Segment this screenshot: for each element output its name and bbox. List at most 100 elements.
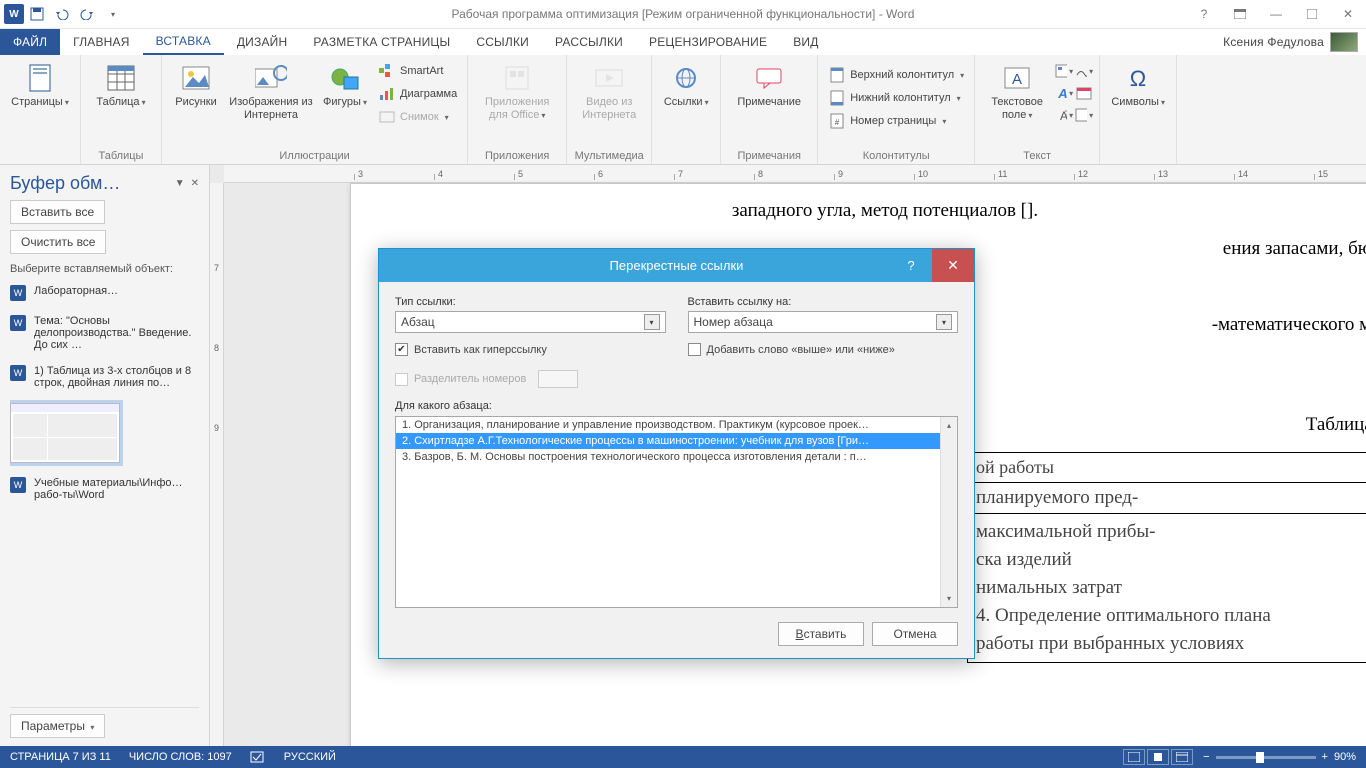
language-status[interactable]: РУССКИЙ bbox=[284, 751, 336, 763]
tab-mailings[interactable]: РАССЫЛКИ bbox=[542, 29, 636, 55]
tab-home[interactable]: ГЛАВНАЯ bbox=[60, 29, 142, 55]
clipboard-item[interactable]: W1) Таблица из 3-х столбцов и 8 строк, д… bbox=[10, 365, 199, 389]
hyperlink-checkbox[interactable]: ✔Вставить как гиперссылку bbox=[395, 339, 666, 360]
tab-file[interactable]: ФАЙЛ bbox=[0, 29, 60, 55]
window-controls: ? — ✕ bbox=[1186, 2, 1366, 26]
dialog-titlebar[interactable]: Перекрестные ссылки ? ✕ bbox=[379, 249, 974, 282]
shapes-button[interactable]: Фигуры▾ bbox=[318, 58, 372, 113]
clipboard-list: WЛабораторная… WТема: "Основы делопроизв… bbox=[10, 285, 199, 701]
read-mode-icon[interactable] bbox=[1123, 749, 1145, 765]
smartart-icon bbox=[378, 62, 396, 80]
minimize-icon[interactable]: — bbox=[1258, 2, 1294, 26]
zoom-slider[interactable] bbox=[1216, 756, 1316, 759]
dropcap-icon[interactable]: A▾ bbox=[1055, 106, 1073, 124]
clipboard-item[interactable]: WТема: "Основы делопроизводства." Введен… bbox=[10, 315, 199, 351]
clipboard-description: Выберите вставляемый объект: bbox=[10, 263, 199, 275]
datetime-icon[interactable] bbox=[1075, 84, 1093, 102]
maximize-icon[interactable] bbox=[1294, 2, 1330, 26]
page-status[interactable]: СТРАНИЦА 7 ИЗ 11 bbox=[10, 751, 111, 763]
insert-button[interactable]: Вставить bbox=[778, 622, 864, 646]
tab-insert[interactable]: ВСТАВКА bbox=[143, 29, 224, 55]
group-comments: Примечание Примечания bbox=[721, 55, 818, 164]
svg-text:A: A bbox=[1057, 86, 1067, 100]
svg-text:#: # bbox=[835, 118, 840, 127]
clipboard-item[interactable]: WУчебные материалы\Инфо… рабо-ты\Word bbox=[10, 477, 199, 501]
dialog-body: Тип ссылки: Абзац▾ Вставить ссылку на: Н… bbox=[379, 282, 974, 658]
clipboard-item[interactable]: WЛабораторная… bbox=[10, 285, 199, 301]
textbox-button[interactable]: A Текстовое поле▾ bbox=[981, 58, 1053, 126]
group-header-footer: Верхний колонтитул▾ Нижний колонтитул▾ #… bbox=[818, 55, 975, 164]
page-number-button[interactable]: #Номер страницы▾ bbox=[824, 110, 968, 132]
tab-review[interactable]: РЕЦЕНЗИРОВАНИЕ bbox=[636, 29, 780, 55]
reference-type-combo[interactable]: Абзац▾ bbox=[395, 311, 666, 333]
zoom-level[interactable]: 90% bbox=[1334, 751, 1356, 763]
above-below-checkbox[interactable]: Добавить слово «выше» или «ниже» bbox=[688, 339, 959, 360]
paste-all-button[interactable]: Вставить все bbox=[10, 200, 105, 224]
list-item[interactable]: 3. Базров, Б. М. Основы построения техно… bbox=[396, 449, 940, 465]
dialog-help-icon[interactable]: ? bbox=[890, 249, 932, 282]
pane-menu-icon[interactable]: ▼ bbox=[175, 178, 185, 189]
close-icon[interactable]: ✕ bbox=[1330, 2, 1366, 26]
dialog-close-icon[interactable]: ✕ bbox=[932, 249, 974, 282]
comment-icon bbox=[753, 62, 785, 94]
pages-button[interactable]: Страницы▾ bbox=[6, 58, 74, 113]
clear-all-button[interactable]: Очистить все bbox=[10, 230, 106, 254]
page-number-icon: # bbox=[828, 112, 846, 130]
pictures-icon bbox=[180, 62, 212, 94]
chart-button[interactable]: Диаграмма bbox=[374, 83, 461, 105]
list-item[interactable]: 1. Организация, планирование и управлени… bbox=[396, 417, 940, 433]
online-pictures-button[interactable]: Изображения из Интернета bbox=[226, 58, 316, 126]
quick-parts-icon[interactable]: ▾ bbox=[1055, 62, 1073, 80]
pane-close-icon[interactable]: ✕ bbox=[191, 178, 199, 189]
online-video-button[interactable]: Видео из Интернета bbox=[573, 58, 645, 126]
zoom-control[interactable]: − + 90% bbox=[1203, 751, 1356, 763]
word-count[interactable]: ЧИСЛО СЛОВ: 1097 bbox=[129, 751, 232, 763]
horizontal-ruler[interactable]: 34567891011121314151617 bbox=[224, 165, 1366, 183]
user-account[interactable]: Ксения Федулова bbox=[1215, 29, 1366, 55]
list-item-selected[interactable]: 2. Схиртладзе А.Г.Технологические процес… bbox=[396, 433, 940, 449]
tab-view[interactable]: ВИД bbox=[780, 29, 831, 55]
scroll-up-icon[interactable]: ▴ bbox=[941, 417, 957, 434]
tab-layout[interactable]: РАЗМЕТКА СТРАНИЦЫ bbox=[300, 29, 463, 55]
footer-button[interactable]: Нижний колонтитул▾ bbox=[824, 87, 968, 109]
paragraph-list[interactable]: 1. Организация, планирование и управлени… bbox=[395, 416, 958, 608]
smartart-button[interactable]: SmartArt bbox=[374, 60, 461, 82]
pictures-button[interactable]: Рисунки bbox=[168, 58, 224, 113]
qat-more-icon[interactable]: ▾ bbox=[100, 2, 124, 26]
symbols-button[interactable]: Ω Символы▾ bbox=[1106, 58, 1170, 113]
zoom-out-icon[interactable]: − bbox=[1203, 751, 1209, 763]
clipboard-thumbnail bbox=[10, 403, 120, 463]
svg-text:Ω: Ω bbox=[1130, 66, 1146, 91]
vertical-ruler[interactable]: 789 bbox=[210, 183, 224, 746]
header-icon bbox=[828, 66, 846, 84]
signature-icon[interactable]: ▾ bbox=[1075, 62, 1093, 80]
checkbox-checked-icon: ✔ bbox=[395, 343, 408, 356]
clipboard-options-button[interactable]: Параметры ▾ bbox=[10, 714, 105, 738]
save-icon[interactable] bbox=[25, 2, 49, 26]
comment-button[interactable]: Примечание bbox=[727, 58, 811, 113]
tab-design[interactable]: ДИЗАЙН bbox=[224, 29, 301, 55]
screenshot-button[interactable]: Снимок▾ bbox=[374, 106, 461, 128]
ribbon-display-icon[interactable] bbox=[1222, 2, 1258, 26]
undo-icon[interactable] bbox=[50, 2, 74, 26]
object-icon[interactable]: ▾ bbox=[1075, 106, 1093, 124]
links-button[interactable]: Ссылки▾ bbox=[658, 58, 714, 113]
spellcheck-icon[interactable] bbox=[250, 750, 266, 764]
help-icon[interactable]: ? bbox=[1186, 2, 1222, 26]
word-doc-icon: W bbox=[10, 315, 26, 331]
cancel-button[interactable]: Отмена bbox=[872, 622, 958, 646]
scrollbar[interactable]: ▴▾ bbox=[940, 417, 957, 607]
tab-references[interactable]: ССЫЛКИ bbox=[463, 29, 542, 55]
table-button[interactable]: Таблица▾ bbox=[87, 58, 155, 113]
insert-reference-combo[interactable]: Номер абзаца▾ bbox=[688, 311, 959, 333]
scroll-down-icon[interactable]: ▾ bbox=[941, 590, 957, 607]
clipboard-item-image[interactable] bbox=[10, 403, 199, 463]
print-layout-icon[interactable] bbox=[1147, 749, 1169, 765]
zoom-in-icon[interactable]: + bbox=[1322, 751, 1328, 763]
web-layout-icon[interactable] bbox=[1171, 749, 1193, 765]
group-media: Видео из Интернета Мультимедиа bbox=[567, 55, 652, 164]
header-button[interactable]: Верхний колонтитул▾ bbox=[824, 64, 968, 86]
apps-button[interactable]: Приложения для Office▾ bbox=[474, 58, 560, 126]
redo-icon[interactable] bbox=[75, 2, 99, 26]
wordart-icon[interactable]: A▾ bbox=[1055, 84, 1073, 102]
